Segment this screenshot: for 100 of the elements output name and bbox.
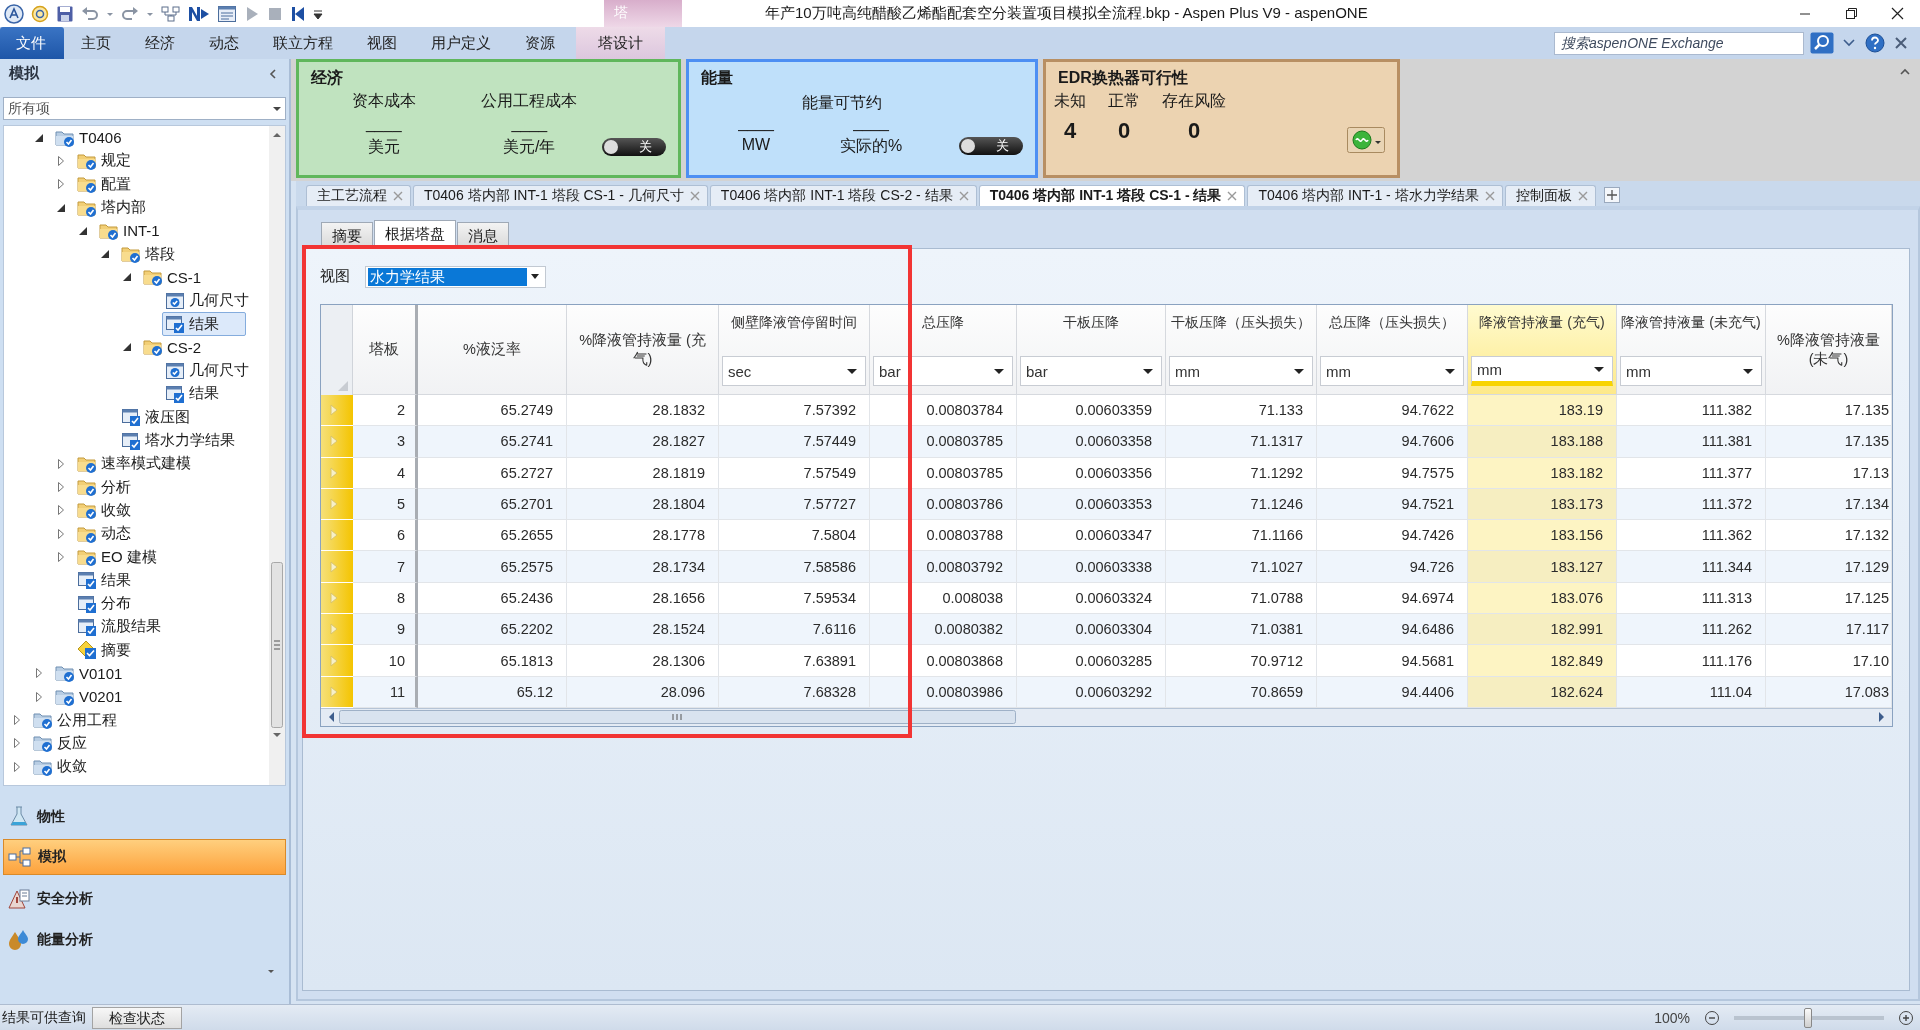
redo-icon[interactable] — [121, 4, 139, 23]
tree-item[interactable]: 塔水力学结果 — [118, 428, 262, 453]
ribbon-tab[interactable]: 塔设计 — [576, 27, 665, 59]
unit-dropdown[interactable]: mm — [1320, 356, 1464, 386]
tree-item[interactable]: 收敛 — [74, 498, 158, 523]
column-header[interactable]: 总压降（压头损失） mm — [1317, 305, 1468, 395]
table-cell: 0.00603347 — [1017, 520, 1166, 552]
unit-dropdown[interactable]: mm — [1169, 356, 1313, 386]
column-header[interactable]: 降液管持液量 (充气) mm — [1468, 305, 1617, 395]
tree-item[interactable]: INT-1 — [96, 218, 187, 243]
tree-item[interactable]: 塔段 — [118, 242, 202, 267]
tree-item[interactable]: 塔内部 — [74, 195, 173, 220]
search-field[interactable]: 搜索aspenONE Exchange — [1554, 31, 1804, 55]
ribbon-tab[interactable]: 主页 — [64, 27, 128, 59]
column-header[interactable]: %液泛率 — [418, 305, 567, 395]
tree-item[interactable]: 公用工程 — [30, 708, 144, 733]
app-logo-icon[interactable] — [4, 3, 24, 24]
document-tab[interactable]: T0406 塔内部 INT-1 - 塔水力学结果 — [1247, 185, 1503, 206]
ribbon-tab[interactable]: 视图 — [350, 27, 414, 59]
form-tab[interactable]: 根据塔盘 — [374, 220, 456, 248]
nav-pane-button[interactable]: 能量分析 — [3, 919, 286, 960]
tree-item[interactable]: 几何尺寸 — [162, 288, 269, 313]
tree-item[interactable]: CS-2 — [140, 335, 229, 360]
tree-item[interactable]: CS-1 — [140, 265, 229, 290]
save-icon[interactable] — [56, 4, 74, 23]
tree-item[interactable]: 动态 — [74, 521, 158, 546]
scroll-thumb[interactable] — [339, 709, 1016, 726]
tree-item[interactable]: V0101 — [52, 661, 150, 686]
unit-dropdown[interactable]: bar — [873, 356, 1013, 386]
column-header[interactable]: 干板压降 bar — [1017, 305, 1166, 395]
unit-dropdown[interactable]: sec — [722, 356, 866, 386]
tree-item[interactable]: 分布 — [74, 591, 158, 616]
column-header[interactable]: 总压降 bar — [870, 305, 1017, 395]
nav-pane-button[interactable]: 物性 — [3, 796, 286, 837]
close-icon[interactable] — [1483, 190, 1496, 202]
document-tab[interactable]: T0406 塔内部 INT-1 塔段 CS-2 - 结果 — [709, 185, 977, 206]
close-icon[interactable] — [957, 190, 970, 202]
run-icon[interactable] — [188, 4, 210, 23]
toggle-switch[interactable]: 关 — [602, 138, 666, 156]
tree-item[interactable]: 分析 — [74, 475, 158, 500]
new-tab-icon[interactable] — [1603, 187, 1620, 203]
zoom-in-icon[interactable] — [1898, 1009, 1914, 1026]
zoom-out-icon[interactable] — [1704, 1009, 1720, 1026]
tree-item[interactable]: 结果 — [162, 312, 246, 337]
step-back-icon[interactable] — [290, 4, 306, 23]
unit-dropdown[interactable]: mm — [1620, 356, 1762, 386]
close-icon[interactable] — [1576, 190, 1589, 202]
undo-icon[interactable] — [81, 4, 99, 23]
ribbon-tab[interactable]: 用户定义 — [414, 27, 508, 59]
ribbon-tab[interactable]: 联立方程 — [256, 27, 350, 59]
nav-pane-button[interactable]: 模拟 — [3, 839, 286, 875]
tree-item[interactable]: 收敛 — [30, 754, 114, 779]
ribbon-tab[interactable]: 经济 — [128, 27, 192, 59]
tree-item[interactable]: V0201 — [52, 684, 150, 709]
form-tab[interactable]: 摘要 — [321, 222, 373, 248]
filter-dropdown[interactable]: 所有项 — [3, 97, 286, 120]
tree-item[interactable]: 结果 — [74, 568, 158, 593]
ribbon-tab[interactable]: 动态 — [192, 27, 256, 59]
refresh-dropdown-icon[interactable] — [1347, 127, 1385, 153]
ribbon-tab[interactable]: 文件 — [0, 27, 64, 59]
document-tab[interactable]: T0406 塔内部 INT-1 塔段 CS-1 - 结果 — [978, 185, 1246, 206]
tree-item[interactable]: 摘要 — [74, 638, 158, 663]
form-tab[interactable]: 消息 — [457, 222, 509, 248]
column-header[interactable]: %降液管持液量 (未气) — [1766, 305, 1892, 395]
ribbon-tab[interactable]: 资源 — [508, 27, 572, 59]
help-icon[interactable] — [1864, 32, 1886, 54]
tree-item[interactable]: 反应 — [30, 731, 114, 756]
close-icon[interactable] — [1226, 190, 1239, 202]
column-header[interactable]: 塔板 — [353, 305, 418, 395]
refresh-icon[interactable] — [31, 4, 49, 23]
tree-item[interactable]: 速率模式建模 — [74, 451, 218, 476]
toggle-switch[interactable]: 关 — [959, 137, 1023, 155]
check-status-button[interactable]: 检查状态 — [92, 1006, 182, 1029]
tree-item[interactable]: 配置 — [74, 172, 158, 197]
unit-dropdown[interactable]: mm — [1471, 356, 1613, 386]
tree-item[interactable]: EO 建模 — [74, 545, 184, 569]
network-icon[interactable] — [161, 4, 181, 23]
tree-item[interactable]: 结果 — [162, 381, 246, 406]
unit-dropdown[interactable]: bar — [1020, 356, 1162, 386]
nav-pane-button[interactable]: 安全分析 — [3, 878, 286, 919]
document-tab[interactable]: T0406 塔内部 INT-1 塔段 CS-1 - 几何尺寸 — [413, 185, 708, 206]
column-header[interactable]: 干板压降（压头损失） mm — [1166, 305, 1317, 395]
view-dropdown[interactable]: 水力学结果 — [365, 265, 546, 288]
scrollbar[interactable] — [269, 126, 285, 785]
slider-thumb[interactable] — [1803, 1007, 1812, 1028]
control-panel-icon[interactable] — [217, 4, 237, 23]
column-header[interactable]: %降液管持液量 (充气) — [567, 305, 719, 395]
close-icon[interactable] — [688, 190, 701, 202]
tree-item[interactable]: 流股结果 — [74, 614, 188, 639]
close-icon[interactable] — [392, 190, 404, 202]
column-header[interactable]: 侧壁降液管停留时间 sec — [719, 305, 870, 395]
tree-item[interactable]: T0406 — [52, 126, 149, 150]
scroll-thumb[interactable] — [271, 562, 283, 728]
tree-item[interactable]: 几何尺寸 — [162, 358, 269, 383]
tree-item[interactable]: 规定 — [74, 148, 158, 173]
document-tab[interactable]: 控制面板 — [1504, 185, 1596, 206]
document-tab[interactable]: 主工艺流程 — [306, 185, 411, 206]
tree-item[interactable]: 液压图 — [118, 405, 217, 430]
column-header[interactable]: 降液管持液量 (未充气) mm — [1617, 305, 1766, 395]
search-icon[interactable] — [1810, 32, 1834, 54]
